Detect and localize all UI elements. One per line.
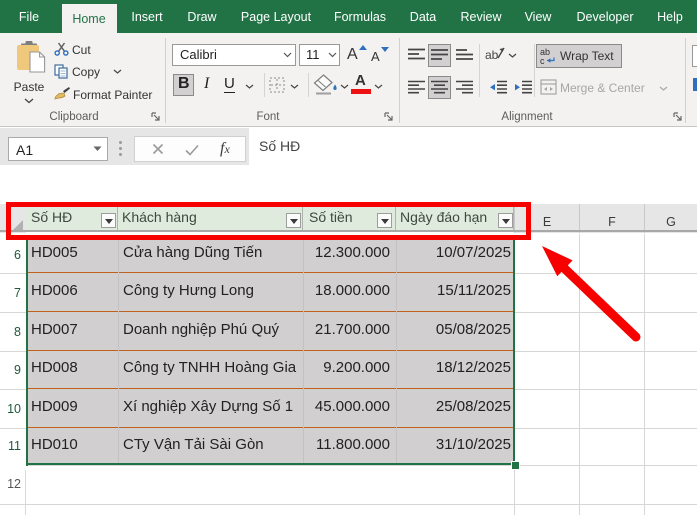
svg-text:c: c — [540, 56, 545, 65]
svg-text:ab: ab — [485, 48, 499, 62]
